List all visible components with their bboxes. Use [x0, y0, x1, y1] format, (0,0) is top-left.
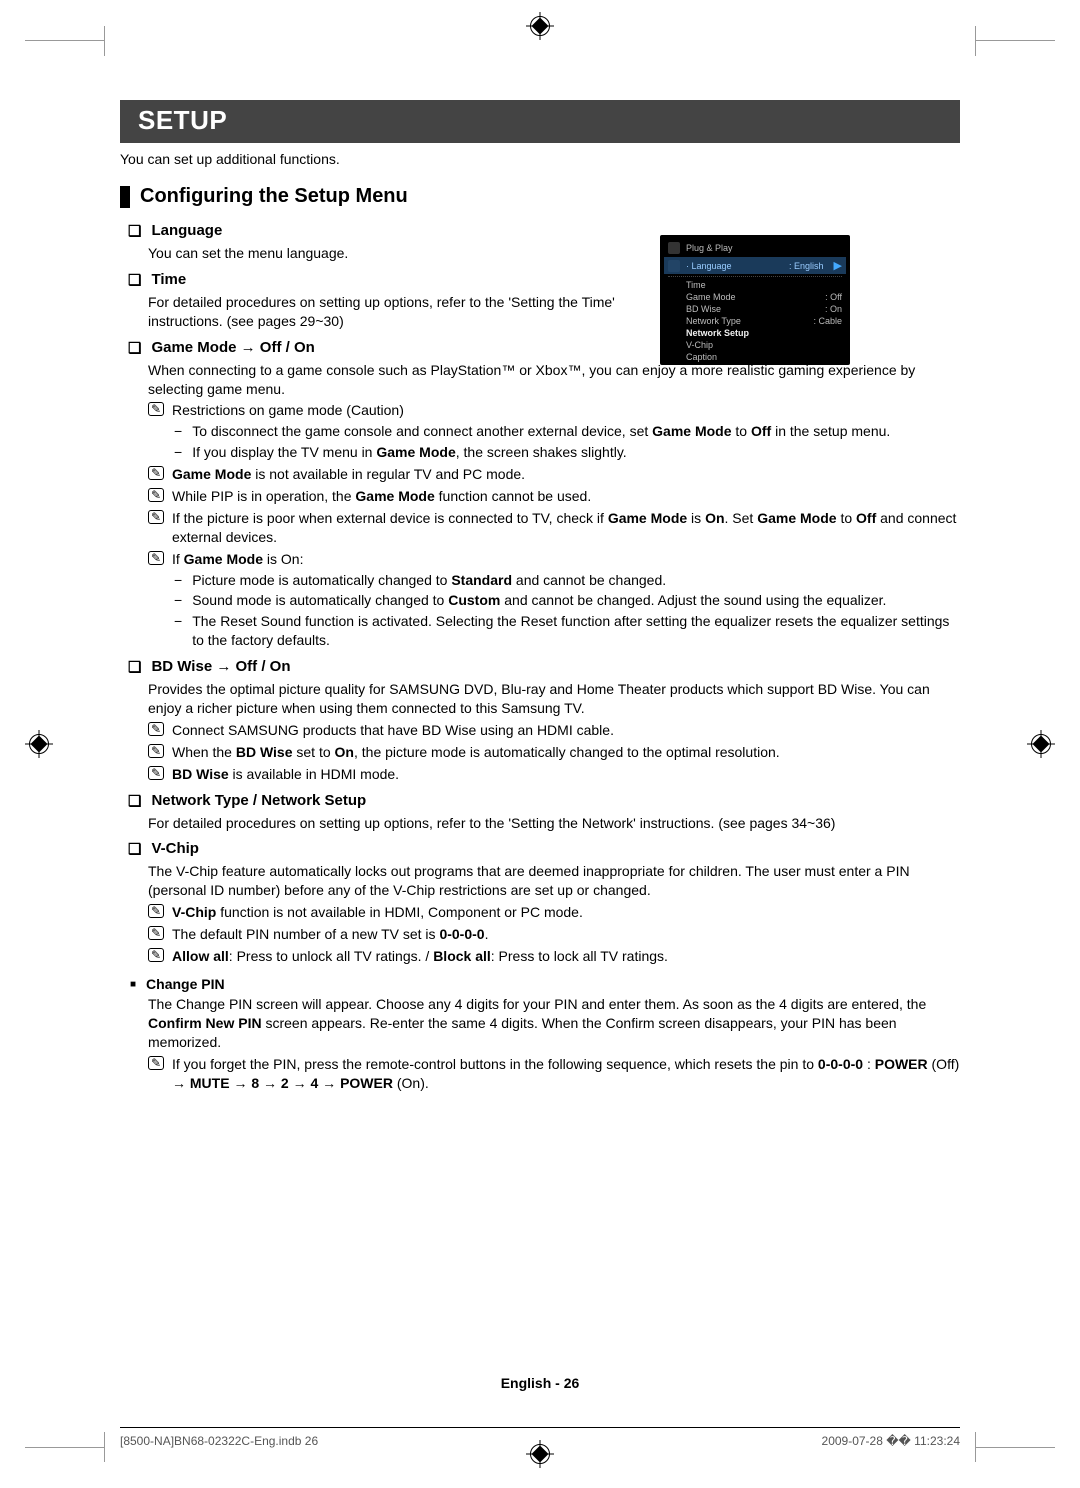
- note-icon: ✎: [148, 551, 164, 565]
- registration-mark-icon: [1027, 730, 1055, 758]
- section-heading: Configuring the Setup Menu: [120, 185, 960, 208]
- item-game-mode: ❏Game Mode → Off / On When connecting to…: [128, 339, 960, 650]
- note-icon: ✎: [148, 948, 164, 962]
- note-icon: ✎: [148, 744, 164, 758]
- note-icon: ✎: [148, 488, 164, 502]
- note-icon: ✎: [148, 904, 164, 918]
- intro-text: You can set up additional functions.: [120, 151, 960, 167]
- footer-meta: [8500-NA]BN68-02322C-Eng.indb 26 2009-07…: [120, 1434, 960, 1448]
- page-title: SETUP: [120, 100, 960, 143]
- footer-divider: [120, 1427, 960, 1428]
- plug-play-icon: [668, 242, 680, 254]
- note-icon: ✎: [148, 466, 164, 480]
- crop-mark: [975, 1433, 1055, 1448]
- note-icon: ✎: [148, 926, 164, 940]
- note-icon: ✎: [148, 722, 164, 736]
- gear-icon: [668, 260, 680, 272]
- note-icon: ✎: [148, 510, 164, 524]
- item-bd-wise: ❏BD Wise → Off / On Provides the optimal…: [128, 658, 960, 783]
- crop-mark: [25, 40, 105, 55]
- crop-mark: [975, 40, 1055, 55]
- registration-mark-icon: [526, 12, 554, 40]
- item-network: ❏Network Type / Network Setup For detail…: [128, 792, 960, 833]
- registration-mark-icon: [25, 730, 53, 758]
- note-icon: ✎: [148, 766, 164, 780]
- page-number: English - 26: [501, 1375, 580, 1391]
- item-vchip: ❏V-Chip The V-Chip feature automatically…: [128, 840, 960, 965]
- play-icon: ▶: [834, 259, 842, 272]
- subitem-change-pin: ■Change PIN: [130, 976, 960, 992]
- crop-mark: [25, 1433, 105, 1448]
- note-icon: ✎: [148, 402, 164, 416]
- note-icon: ✎: [148, 1056, 164, 1070]
- osd-screenshot: Plug & Play · Language: English▶ Time Ga…: [660, 235, 850, 365]
